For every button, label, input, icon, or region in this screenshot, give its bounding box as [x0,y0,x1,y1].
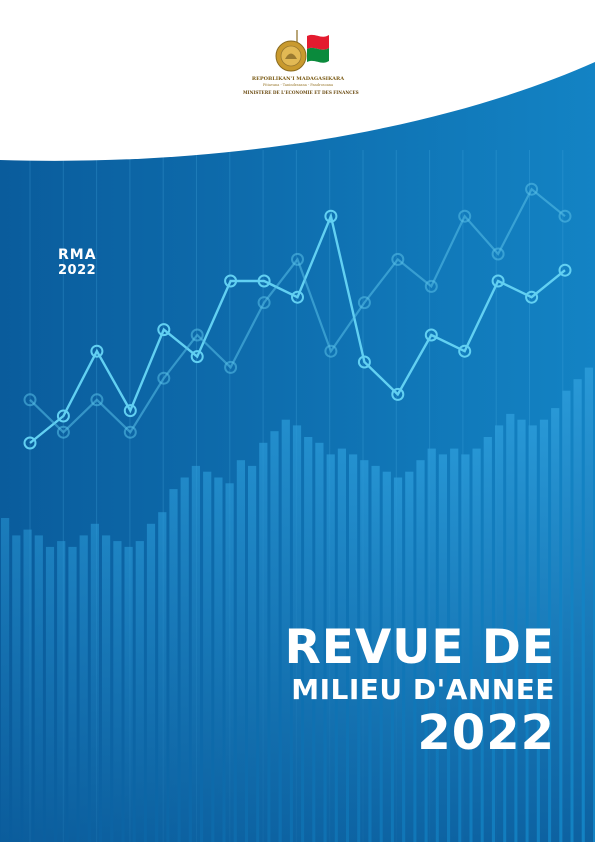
chart-bar [169,489,178,842]
chart-bar [236,460,245,842]
chart-bar [68,546,77,842]
madagascar-emblem-icon [275,30,329,72]
chart-bar [90,523,99,842]
flag-red [307,34,329,50]
chart-bar [34,535,43,842]
chart-bar [562,390,571,842]
flag-green [307,47,329,63]
chart-bar [1,518,10,842]
title-line-1: REVUE DE [284,620,555,675]
rma-year: 2022 [58,263,97,278]
chart-bar [584,367,593,842]
report-cover: REPOBLIKAN'I MADAGASIKARA Fitiavana - Ta… [0,0,595,842]
chart-bar [225,483,234,842]
chart-bar [191,465,200,842]
chart-bar [146,523,156,842]
chart-bar [248,465,257,842]
chart-bar [573,379,582,842]
title-line-2: MILIEU D'ANNEE [291,673,555,706]
chart-bar [12,535,21,842]
title-year: 2022 [417,705,555,761]
chart-bar [124,546,133,842]
logo-ministry-name: MINISTERE DE L'ECONOMIE ET DES FINANCES [243,90,359,95]
rma-badge: RMA 2022 [58,247,97,279]
rma-code: RMA [58,247,97,263]
chart-bar [158,512,167,842]
logo-country-name: REPOBLIKAN'I MADAGASIKARA [251,76,345,82]
chart-bar [180,477,189,842]
chart-bar [270,431,279,842]
logo-motto: Fitiavana - Tanindrazana - Fandrosoana [262,83,334,87]
chart-bar [259,442,268,842]
chart-bar [45,546,55,842]
chart-bar [113,541,122,842]
chart-bar [23,529,32,842]
chart-bar [214,477,223,842]
chart-bar [203,471,212,842]
ministry-logo: REPOBLIKAN'I MADAGASIKARA Fitiavana - Ta… [243,26,359,100]
chart-bar [135,541,144,842]
chart-bar [79,535,88,842]
cover-title: REVUE DE MILIEU D'ANNEE 2022 [284,620,555,761]
chart-bar [57,541,66,842]
chart-bar [102,535,111,842]
